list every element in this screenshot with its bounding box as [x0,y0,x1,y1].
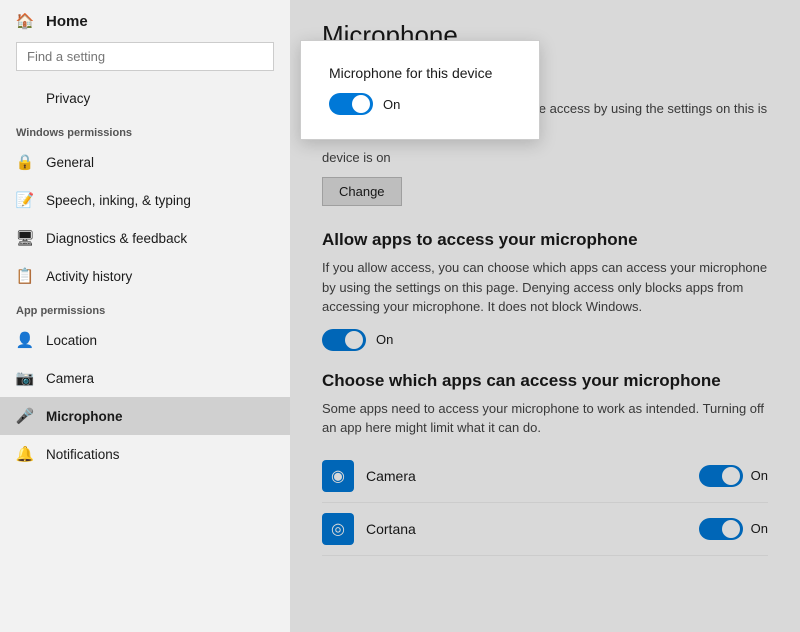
sidebar-item-general[interactable]: 🔒 General [0,143,290,181]
sidebar-item-diagnostics[interactable]: 🖥 Diagnostics & feedback [0,219,290,257]
sidebar-item-speech[interactable]: 📝 Speech, inking, & typing [0,181,290,219]
general-label: General [46,155,94,170]
notifications-icon: 🔔 [16,445,34,463]
home-icon: 🏠 [16,12,34,30]
popup-overlay: Microphone for this device On [290,0,800,632]
popup-toggle[interactable] [329,93,373,115]
sidebar-item-privacy[interactable]: Privacy [0,79,290,117]
sidebar-item-microphone[interactable]: 🎤 Microphone [0,397,290,435]
location-label: Location [46,333,97,348]
sidebar-item-activity[interactable]: 📋 Activity history [0,257,290,295]
popup-title: Microphone for this device [329,65,511,81]
privacy-icon [16,89,34,107]
popup-box: Microphone for this device On [300,40,540,140]
sidebar-item-notifications[interactable]: 🔔 Notifications [0,435,290,473]
sidebar: 🏠 Home Privacy Windows permissions 🔒 Gen… [0,0,290,632]
speech-label: Speech, inking, & typing [46,193,191,208]
camera-icon: 📷 [16,369,34,387]
microphone-icon: 🎤 [16,407,34,425]
activity-label: Activity history [46,269,132,284]
main-content: Microphone microphone on this device usi… [290,0,800,632]
popup-toggle-row: On [329,93,511,115]
diagnostics-icon: 🖥 [16,229,34,247]
microphone-label: Microphone [46,409,123,424]
sidebar-item-location[interactable]: 👤 Location [0,321,290,359]
notifications-label: Notifications [46,447,120,462]
sidebar-item-camera[interactable]: 📷 Camera [0,359,290,397]
general-icon: 🔒 [16,153,34,171]
activity-icon: 📋 [16,267,34,285]
app-permissions-label: App permissions [0,295,290,321]
location-icon: 👤 [16,331,34,349]
sidebar-header: 🏠 Home [0,0,290,38]
windows-permissions-label: Windows permissions [0,117,290,143]
sidebar-home-label[interactable]: Home [46,13,88,30]
speech-icon: 📝 [16,191,34,209]
search-input[interactable] [16,42,274,71]
diagnostics-label: Diagnostics & feedback [46,231,187,246]
camera-label: Camera [46,371,94,386]
popup-toggle-label: On [383,97,400,112]
privacy-label: Privacy [46,91,90,106]
